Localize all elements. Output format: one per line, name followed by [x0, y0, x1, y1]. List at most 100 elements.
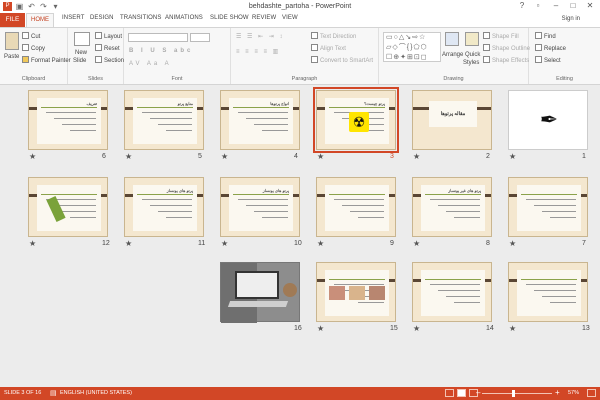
slide-thumbnail[interactable] — [412, 262, 492, 322]
quick-styles-icon[interactable] — [465, 32, 479, 46]
zoom-slider-thumb[interactable] — [512, 390, 515, 397]
redo-icon[interactable]: ↷ — [39, 2, 48, 11]
slide-text-line — [166, 130, 192, 131]
shape-outline-label: Shape Outline — [492, 46, 531, 52]
zoom-slider[interactable] — [482, 393, 552, 394]
slide-thumbnail[interactable] — [28, 177, 108, 237]
find-button[interactable]: Find — [535, 32, 556, 40]
layout-button[interactable]: Layout — [95, 32, 122, 40]
maximize-button[interactable]: □ — [567, 1, 579, 11]
font-name-box[interactable] — [128, 33, 188, 42]
arrange-button[interactable]: Arrange — [442, 52, 463, 58]
slide-thumbnail[interactable]: پرتو های یونساز — [220, 177, 300, 237]
slide-text-line — [550, 302, 576, 303]
tab-insert[interactable]: INSERT — [62, 15, 85, 21]
slide-thumbnail[interactable]: انواع پرتوها — [220, 90, 300, 150]
spellcheck-icon[interactable]: ▤ — [50, 389, 57, 397]
transition-star-icon[interactable]: ★ — [413, 152, 420, 161]
font-color-buttons[interactable]: AV Aa A — [129, 61, 172, 67]
arrange-icon[interactable] — [445, 32, 459, 46]
tab-home[interactable]: HOME — [26, 13, 54, 27]
align-text-button[interactable]: Align Text — [311, 44, 346, 52]
slide-text-line — [238, 199, 288, 200]
transition-star-icon[interactable]: ★ — [29, 239, 36, 248]
slide-thumbnail[interactable] — [220, 262, 300, 323]
transition-star-icon[interactable]: ★ — [221, 239, 228, 248]
tab-design[interactable]: DESIGN — [90, 15, 114, 21]
slide-thumbnail[interactable]: پرتو های یونساز — [124, 177, 204, 237]
sign-in-link[interactable]: Sign in — [562, 16, 580, 22]
slide-number: 10 — [294, 240, 302, 247]
shape-effects-button[interactable]: Shape Effects — [483, 56, 529, 64]
shape-fill-button[interactable]: Shape Fill — [483, 32, 519, 40]
slide-sorter-view-icon[interactable] — [457, 389, 466, 397]
undo-icon[interactable]: ↶ — [27, 2, 36, 11]
new-slide-button[interactable]: New — [75, 50, 87, 56]
slide-text-line — [550, 217, 576, 218]
transition-star-icon[interactable]: ★ — [317, 152, 324, 161]
transition-star-icon[interactable]: ★ — [125, 152, 132, 161]
replace-button[interactable]: Replace — [535, 44, 566, 52]
transition-star-icon[interactable]: ★ — [509, 239, 516, 248]
transition-star-icon[interactable]: ★ — [413, 239, 420, 248]
tab-slide-show[interactable]: SLIDE SHOW — [210, 15, 249, 21]
new-slide-icon[interactable] — [74, 32, 90, 46]
tab-transitions[interactable]: TRANSITIONS — [120, 15, 161, 21]
slide-thumbnail[interactable] — [316, 177, 396, 237]
slide-thumbnail[interactable]: پرتو چیست؟ ☢ — [313, 87, 399, 153]
slide-thumbnail[interactable]: مقاله پرتوها — [412, 90, 492, 150]
text-direction-button[interactable]: Text Direction — [311, 32, 356, 40]
slide-thumbnail[interactable]: ✒ — [508, 90, 588, 150]
transition-star-icon[interactable]: ★ — [221, 152, 228, 161]
slide-thumbnail[interactable]: منابع پرتو — [124, 90, 204, 150]
transition-star-icon[interactable]: ★ — [317, 239, 324, 248]
transition-star-icon[interactable]: ★ — [317, 324, 324, 333]
convert-smartart-button[interactable]: Convert to SmartArt — [311, 56, 373, 64]
slide-thumbnail[interactable] — [508, 177, 588, 237]
cut-button[interactable]: Cut — [22, 32, 40, 40]
select-button[interactable]: Select — [535, 56, 561, 64]
outline-icon — [483, 44, 490, 51]
fit-slide-icon[interactable] — [587, 389, 596, 397]
section-button[interactable]: Section — [95, 56, 124, 64]
quick-styles-button[interactable]: Quick — [465, 52, 480, 58]
slide-thumbnail[interactable]: تعریف — [28, 90, 108, 150]
slide-thumbnail[interactable] — [508, 262, 588, 322]
language-label[interactable]: ENGLISH (UNITED STATES) — [60, 390, 132, 396]
shape-outline-button[interactable]: Shape Outline — [483, 44, 530, 52]
transition-star-icon[interactable]: ★ — [509, 152, 516, 161]
transition-star-icon[interactable]: ★ — [125, 239, 132, 248]
transition-star-icon[interactable]: ★ — [413, 324, 420, 333]
font-format-buttons[interactable]: B I U S abc — [129, 48, 193, 54]
close-button[interactable]: ✕ — [584, 1, 596, 11]
zoom-in-icon[interactable]: + — [555, 388, 560, 397]
slide-thumbnail[interactable]: پرتو های غیر یونساز — [412, 177, 492, 237]
transition-star-icon[interactable]: ★ — [29, 152, 36, 161]
format-painter-button[interactable]: Format Painter — [22, 56, 71, 64]
tab-file[interactable]: FILE — [0, 13, 25, 27]
copy-button[interactable]: Copy — [22, 44, 45, 52]
paste-button[interactable]: Paste — [4, 54, 19, 60]
list-buttons[interactable]: ☰ ☰ ⇤ ⇥ ↕ — [236, 33, 284, 40]
tab-review[interactable]: REVIEW — [252, 15, 276, 21]
slide-title: انواع پرتوها — [270, 101, 289, 106]
font-size-box[interactable] — [190, 33, 210, 42]
reset-button[interactable]: Reset — [95, 44, 120, 52]
save-icon[interactable]: ▣ — [15, 2, 24, 11]
paste-icon[interactable] — [5, 32, 19, 50]
ribbon-display-button[interactable]: ▫ — [532, 1, 544, 11]
zoom-level[interactable]: 57% — [568, 390, 579, 396]
shapes-gallery[interactable]: ▭○△↘⇨☆ ▱◇⌒{}⬠⬡ ☐⊕✦⊞⊡◻ — [383, 32, 441, 62]
customize-icon[interactable]: ▾ — [51, 2, 60, 11]
tab-animations[interactable]: ANIMATIONS — [165, 15, 203, 21]
align-buttons[interactable]: ≡ ≡ ≡ ≡ ▥ — [236, 48, 280, 55]
slide-thumbnail[interactable] — [316, 262, 396, 322]
help-button[interactable]: ? — [516, 1, 528, 11]
slide-text-line — [542, 211, 576, 212]
radiation-icon: ☢ — [349, 112, 369, 132]
minimize-button[interactable]: – — [550, 1, 562, 11]
zoom-out-icon[interactable]: – — [476, 388, 480, 397]
transition-star-icon[interactable]: ★ — [509, 324, 516, 333]
normal-view-icon[interactable] — [445, 389, 454, 397]
tab-view[interactable]: VIEW — [282, 15, 298, 21]
